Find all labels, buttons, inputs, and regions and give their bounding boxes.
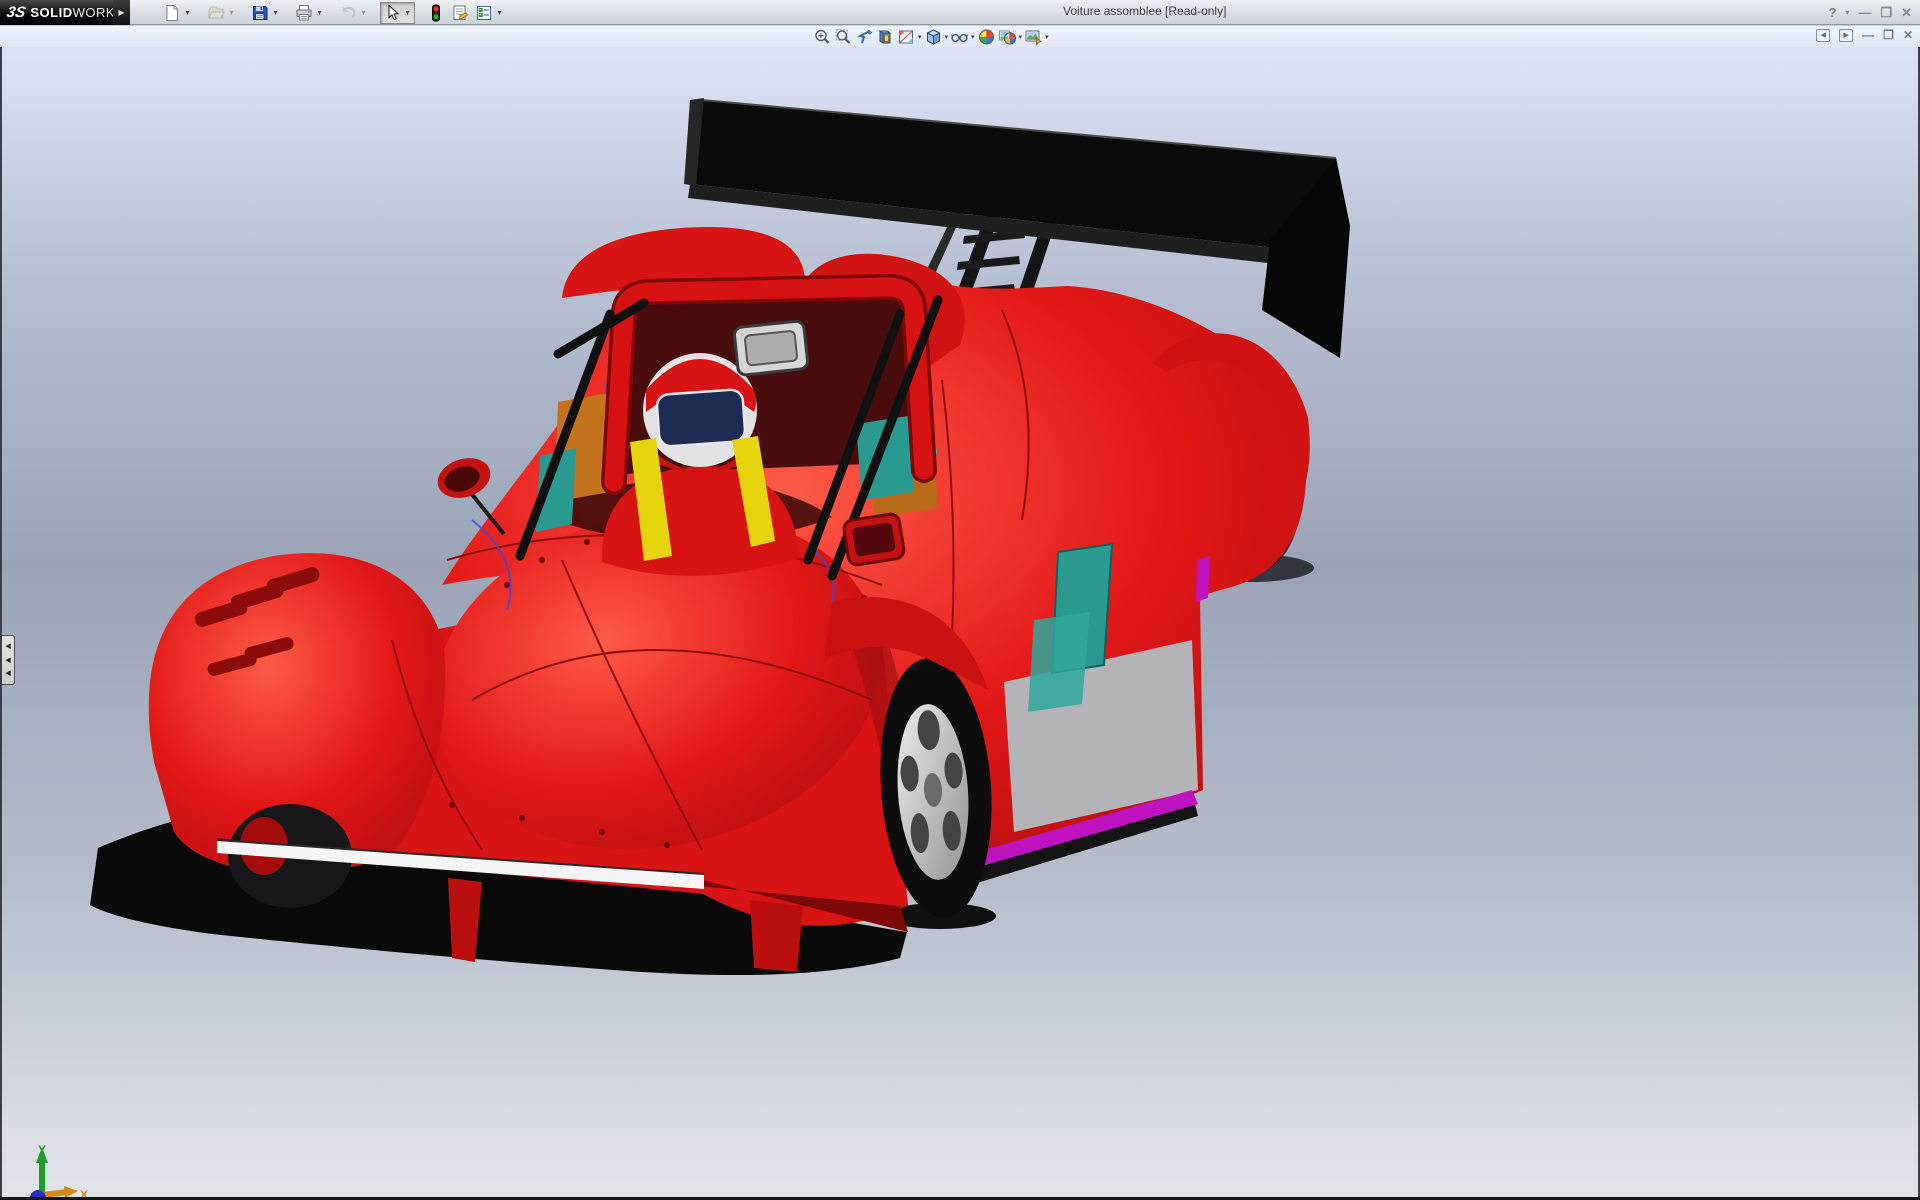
window-title: Voiture assomblee [Read-only] [1063,4,1226,18]
print-dropdown[interactable]: ▾ [315,8,324,17]
save-floppy-icon [251,4,269,22]
save-dropdown[interactable]: ▾ [271,8,280,17]
select-dropdown[interactable]: ▾ [403,8,412,17]
brand-text-bold: SOLID [30,5,72,20]
view-orientation-dropdown[interactable]: ▾ [918,33,922,41]
undo-dropdown: ▾ [359,8,368,17]
document-close-button[interactable]: ✕ [1903,28,1913,42]
display-style-dropdown[interactable]: ▾ [945,33,949,41]
options-dropdown[interactable]: ▾ [495,8,504,17]
options-checklist-icon [475,4,493,22]
title-bar-controls: ? ▾ — ❐ ✕ [1828,0,1912,25]
zoom-to-fit-button[interactable] [812,27,833,47]
close-button[interactable]: ✕ [1901,0,1912,25]
undo-button[interactable]: ▾ [336,2,371,24]
standard-toolbar: ▾ ▾ ▾ [160,1,507,24]
collapse-arrow-icon: ◀ [5,670,10,677]
solidworks-logo: 3S SOLIDWORKS [0,0,113,25]
rebuild-button[interactable] [424,2,448,24]
collapse-arrow-icon: ◀ [5,657,10,664]
previous-view-icon [855,28,874,46]
feature-manager-collapsed-tab[interactable]: ◀ ◀ ◀ [2,635,15,685]
menu-expand-icon: ▶ [118,8,124,17]
document-minimize-button[interactable]: — [1862,28,1874,42]
display-style-icon [924,28,943,46]
open-button[interactable]: ▾ [204,2,239,24]
display-style-button[interactable] [923,27,944,47]
select-cursor-icon [383,4,401,22]
panel-previous-button[interactable]: ◀ [1816,29,1830,42]
view-settings-icon [1024,28,1043,46]
right-mirror [843,513,905,566]
panel-next-button[interactable]: ▶ [1839,29,1853,42]
hide-show-items-glasses-icon [950,28,969,46]
collapse-arrow-icon: ◀ [5,643,10,650]
options-button[interactable]: ▾ [472,2,507,24]
print-icon [295,4,313,22]
document-restore-button[interactable]: ❐ [1883,28,1894,42]
new-dropdown[interactable]: ▾ [183,8,192,17]
select-button[interactable]: ▾ [380,2,415,24]
document-window-controls: ◀ ▶ — ❐ ✕ [1816,28,1913,42]
file-properties-icon [451,4,469,22]
heads-up-band: ▾ ▾ ▾ [0,26,1920,47]
save-button[interactable]: ▾ [248,2,283,24]
race-car-model[interactable] [2,47,1920,1200]
apply-scene-button[interactable] [997,27,1018,47]
reference-triad[interactable]: Y X Z [12,1143,92,1200]
panel-next-icon: ▶ [1843,31,1848,39]
solidworks-logo-glyph: 3S [5,4,27,21]
hide-show-items-button[interactable] [949,27,970,47]
help-button[interactable]: ? [1828,0,1836,25]
undo-icon [339,4,357,22]
rebuild-traffic-light-icon [427,4,445,22]
menu-expand-tab[interactable]: ▶ [113,0,130,25]
zoom-to-area-icon [834,28,853,46]
section-view-icon [876,28,895,46]
section-view-button[interactable] [875,27,896,47]
windscreen-mirror-box [734,321,809,376]
restore-button[interactable]: ❐ [1880,0,1892,25]
previous-view-button[interactable] [854,27,875,47]
title-bar: 3S SOLIDWORKS ▶ ▾ ▾ [0,0,1920,25]
apply-scene-dropdown[interactable]: ▾ [1019,33,1023,41]
apply-scene-icon [998,28,1017,46]
edit-appearance-ball-icon [977,28,996,46]
minimize-button[interactable]: — [1858,0,1871,25]
view-orientation-icon [897,28,916,46]
view-settings-button[interactable] [1023,27,1044,47]
print-button[interactable]: ▾ [292,2,327,24]
open-folder-icon [207,4,225,22]
new-document-icon [163,4,181,22]
file-properties-button[interactable] [448,2,472,24]
zoom-to-fit-icon [813,28,832,46]
left-mirror [432,452,504,534]
hide-show-items-dropdown[interactable]: ▾ [971,33,975,41]
open-dropdown: ▾ [227,8,236,17]
heads-up-toolbar: ▾ ▾ ▾ [812,26,1050,47]
help-dropdown[interactable]: ▾ [1845,0,1849,25]
zoom-to-area-button[interactable] [833,27,854,47]
new-button[interactable]: ▾ [160,2,195,24]
view-settings-dropdown[interactable]: ▾ [1045,33,1049,41]
panel-previous-icon: ◀ [1820,31,1825,39]
edit-appearance-button[interactable] [976,27,997,47]
graphics-viewport[interactable]: ◀ ◀ ◀ Y X Z *Dimetric [0,47,1920,1200]
view-orientation-button[interactable] [896,27,917,47]
triad-y-label: Y [38,1143,46,1157]
